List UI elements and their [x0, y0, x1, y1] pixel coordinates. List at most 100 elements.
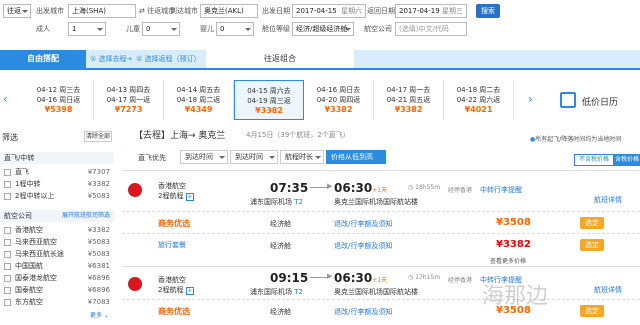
- fare-price: ¥3508: [496, 217, 531, 228]
- more-fares-link[interactable]: 查看更多价格: [490, 256, 526, 265]
- checkbox[interactable]: [4, 286, 11, 294]
- airline-logo-icon: [128, 277, 142, 291]
- date-prev-button[interactable]: ‹: [3, 92, 8, 106]
- step-select-outbound: ① 选择去程: [90, 55, 127, 63]
- date-option[interactable]: 04-18 周二去 04-22 周六返 ¥4021: [444, 80, 514, 120]
- baggage-tip-link[interactable]: 中转行李提醒: [480, 185, 522, 195]
- flight-detail-link[interactable]: 航班详情: [594, 195, 622, 205]
- watermark-logo: 海那边: [482, 284, 549, 309]
- sort-depart-time[interactable]: 到达时间: [180, 150, 228, 164]
- depart-time: 07:35: [270, 181, 309, 195]
- filter-airline[interactable]: 中国国航 ¥6381: [0, 260, 114, 272]
- chevron-down-icon: ⌄: [103, 312, 109, 319]
- direct-first-toggle[interactable]: 直飞优先: [138, 153, 166, 163]
- infant-select[interactable]: 0: [216, 22, 254, 36]
- tab-free-combo[interactable]: 自由搭配: [0, 50, 86, 68]
- sort-price[interactable]: 价格从低到高: [326, 150, 386, 164]
- infant-label: 婴儿: [200, 25, 214, 33]
- chevron-down-icon: [315, 156, 321, 159]
- child-select[interactable]: 0: [142, 22, 180, 36]
- arrow-right-icon: →: [126, 55, 132, 63]
- date-option[interactable]: 04-16 周日去 04-20 周四返 ¥3382: [304, 80, 374, 120]
- filter-airline[interactable]: 东方航空 ¥7083: [0, 296, 114, 308]
- chevron-down-icon: [345, 28, 351, 31]
- filter-airline[interactable]: 香港航空 ¥3382: [0, 224, 114, 236]
- arrive-time: 06:30+1天: [334, 181, 388, 195]
- calendar-icon: [560, 92, 576, 108]
- tab-roundtrip-combo[interactable]: 往返组合: [206, 50, 354, 68]
- cabin-select[interactable]: 经济/超级经济舱: [292, 22, 354, 36]
- flight-detail-link[interactable]: 航班详情: [594, 285, 622, 295]
- chevron-down-icon: [219, 156, 225, 159]
- direct-section-title: 直飞/中转: [0, 152, 114, 164]
- fare-rule-link[interactable]: 退改/行李额及须知: [334, 219, 392, 229]
- from-label: 出发城市: [36, 7, 64, 15]
- expand-airline-link[interactable]: 展开航班航司筛选: [62, 210, 110, 222]
- chevron-down-icon: [269, 156, 275, 159]
- filter-airline[interactable]: 国泰港龙航空 ¥6896: [0, 272, 114, 284]
- from-city-input[interactable]: 上海(SHA): [68, 4, 136, 18]
- fare-rule-link[interactable]: 退改/行李额及须知: [334, 307, 392, 317]
- depart-date-input[interactable]: 2017-04-15 星期六: [292, 4, 366, 18]
- date-option[interactable]: 04-13 周四去 04-17 周一返 ¥7273: [94, 80, 164, 120]
- checkbox[interactable]: [4, 298, 11, 306]
- return-date-input[interactable]: 2017-04-19 星期三: [395, 4, 467, 18]
- arrive-airport: 奥克兰国际机场国际航站楼: [334, 288, 418, 296]
- plane-icon: ✈: [185, 193, 194, 201]
- tax-excluded-toggle[interactable]: 不含税价格: [574, 154, 614, 166]
- date-option[interactable]: 04-14 周五去 04-18 周二返 ¥4349: [164, 80, 234, 120]
- fare-name: 商务优选: [158, 307, 190, 316]
- mode-tab-bar: 自由搭配 ① 选择去程 → ② 选择返程（预订） 往返组合: [0, 50, 640, 70]
- date-option[interactable]: 04-17 周一去 04-21 周五返 ¥3382: [374, 80, 444, 120]
- fare-rule-link[interactable]: 退改/行李额及须知: [334, 241, 392, 251]
- fare-row: 商务优选 经济舱 退改/行李额及须知 ¥3508 选定: [122, 299, 640, 321]
- flight-card: 香港航空 2程航程 ✈ 09:15 浦东国际机场 T2 ▶ 06:30+1天 奥…: [122, 266, 640, 325]
- date-next-button[interactable]: ›: [528, 92, 533, 106]
- adult-label: 成人: [36, 25, 50, 33]
- checkbox[interactable]: [4, 226, 11, 234]
- book-button[interactable]: 选定: [580, 239, 604, 251]
- date-option-selected[interactable]: 04-15 周六去 04-19 周三返 ¥3382: [234, 80, 304, 120]
- arrow-right-icon: ▶: [327, 182, 333, 190]
- date-option[interactable]: 04-12 周三去 04-16 周日返 ¥5398: [24, 80, 94, 120]
- filter-airline[interactable]: 国泰航空 ¥6896: [0, 284, 114, 296]
- checkbox[interactable]: [4, 192, 11, 200]
- trip-type-select[interactable]: 往返: [3, 4, 31, 18]
- clear-filters-button[interactable]: 清除全部: [84, 131, 112, 142]
- checkbox[interactable]: [4, 250, 11, 258]
- search-button[interactable]: 搜索: [476, 4, 500, 18]
- plane-icon: ✈: [185, 287, 194, 295]
- to-label: 到达城市: [170, 7, 198, 15]
- checkbox[interactable]: [4, 180, 11, 188]
- low-price-calendar-button[interactable]: 低价日历: [556, 88, 636, 114]
- checkbox[interactable]: [4, 238, 11, 246]
- sort-arrive-time[interactable]: 到达时间: [230, 150, 278, 164]
- book-button[interactable]: 选定: [580, 305, 604, 317]
- fare-name: 商务优选: [158, 219, 190, 228]
- filter-direct-nonstop[interactable]: 直飞 ¥7307: [0, 166, 114, 178]
- depart-airport: 浦东国际机场 T2: [250, 288, 303, 296]
- book-button[interactable]: 选定: [580, 217, 604, 229]
- stops-info: 2程航程 ✈: [158, 286, 194, 295]
- filter-airline[interactable]: 马来西亚航长途 ¥5083: [0, 248, 114, 260]
- timezone-notice: ●所有起飞/降落时间均为当地时间: [530, 136, 622, 143]
- chevron-down-icon: [245, 28, 251, 31]
- filter-direct-1stop[interactable]: 1程中转 ¥3382: [0, 178, 114, 190]
- to-city-input[interactable]: 奥克兰(AKL): [200, 4, 258, 18]
- filter-direct-2stop[interactable]: 2程中转以上 ¥5083: [0, 190, 114, 202]
- filter-airline[interactable]: 马来西亚航空 ¥5083: [0, 236, 114, 248]
- airline-name: 香港航空: [158, 276, 186, 284]
- depart-time: 09:15: [270, 271, 309, 285]
- duration: ◷ 17h15m: [408, 274, 441, 281]
- checkbox[interactable]: [4, 274, 11, 282]
- fare-cabin: 经济舱: [270, 308, 291, 316]
- adult-select[interactable]: 1: [68, 22, 106, 36]
- checkbox[interactable]: [4, 262, 11, 270]
- sort-duration[interactable]: 航程时长: [280, 150, 324, 164]
- tax-included-toggle[interactable]: 含税价格: [614, 154, 640, 166]
- more-airlines-link[interactable]: 更多 ⌄: [90, 310, 109, 319]
- results-title: 【去程】上海→ 奥克兰: [134, 131, 226, 141]
- checkbox[interactable]: [4, 168, 11, 176]
- airline-input[interactable]: (选填)中文/代码: [395, 22, 467, 36]
- airline-label: 航空公司: [364, 25, 392, 33]
